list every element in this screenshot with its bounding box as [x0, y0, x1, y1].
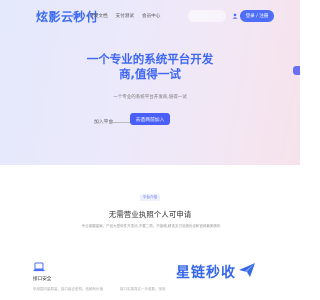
paper-plane-icon	[238, 262, 256, 282]
nav-link-member-center[interactable]: 会员中心	[142, 13, 160, 19]
divider-line	[110, 122, 130, 123]
section-description: 专业被翻量案。产品大型软件开发优,不要二再。不接稿,精选支付设施优设和官网最美精…	[81, 224, 221, 228]
nav-link-home[interactable]: 首页	[72, 13, 81, 19]
top-navbar: 炫影云秒付 首页 开发文档 支付测试 会员中心 登录 / 注册	[0, 0, 300, 32]
section-tag: 平台介绍	[140, 194, 160, 201]
hero-title: 一个专业的系统平台开发商,值得一试	[86, 52, 214, 81]
laptop-icon	[33, 258, 45, 272]
watermark-text: 星链秒收	[176, 265, 236, 281]
side-float-button[interactable]	[293, 66, 300, 75]
join-button[interactable]: 去造商前加入	[130, 113, 170, 125]
nav-link-docs[interactable]: 开发文档	[89, 13, 107, 19]
card-title: 接口安全	[33, 277, 52, 282]
watermark: 星链秒收	[176, 262, 256, 282]
search-box[interactable]	[188, 10, 226, 22]
login-register-button[interactable]: 登录 / 注册	[240, 10, 274, 22]
card-description-2: 接口实现真实一手收数。采用	[120, 287, 166, 291]
section-title: 无需营业执照个人可申请	[108, 210, 192, 219]
nav-links: 首页 开发文档 支付测试 会员中心	[72, 13, 160, 19]
user-icon[interactable]	[230, 10, 240, 22]
hero-subtitle: 一个专业的系统平台开发商,值得一试	[113, 95, 187, 100]
nav-link-pay-test[interactable]: 支付测试	[116, 13, 134, 19]
